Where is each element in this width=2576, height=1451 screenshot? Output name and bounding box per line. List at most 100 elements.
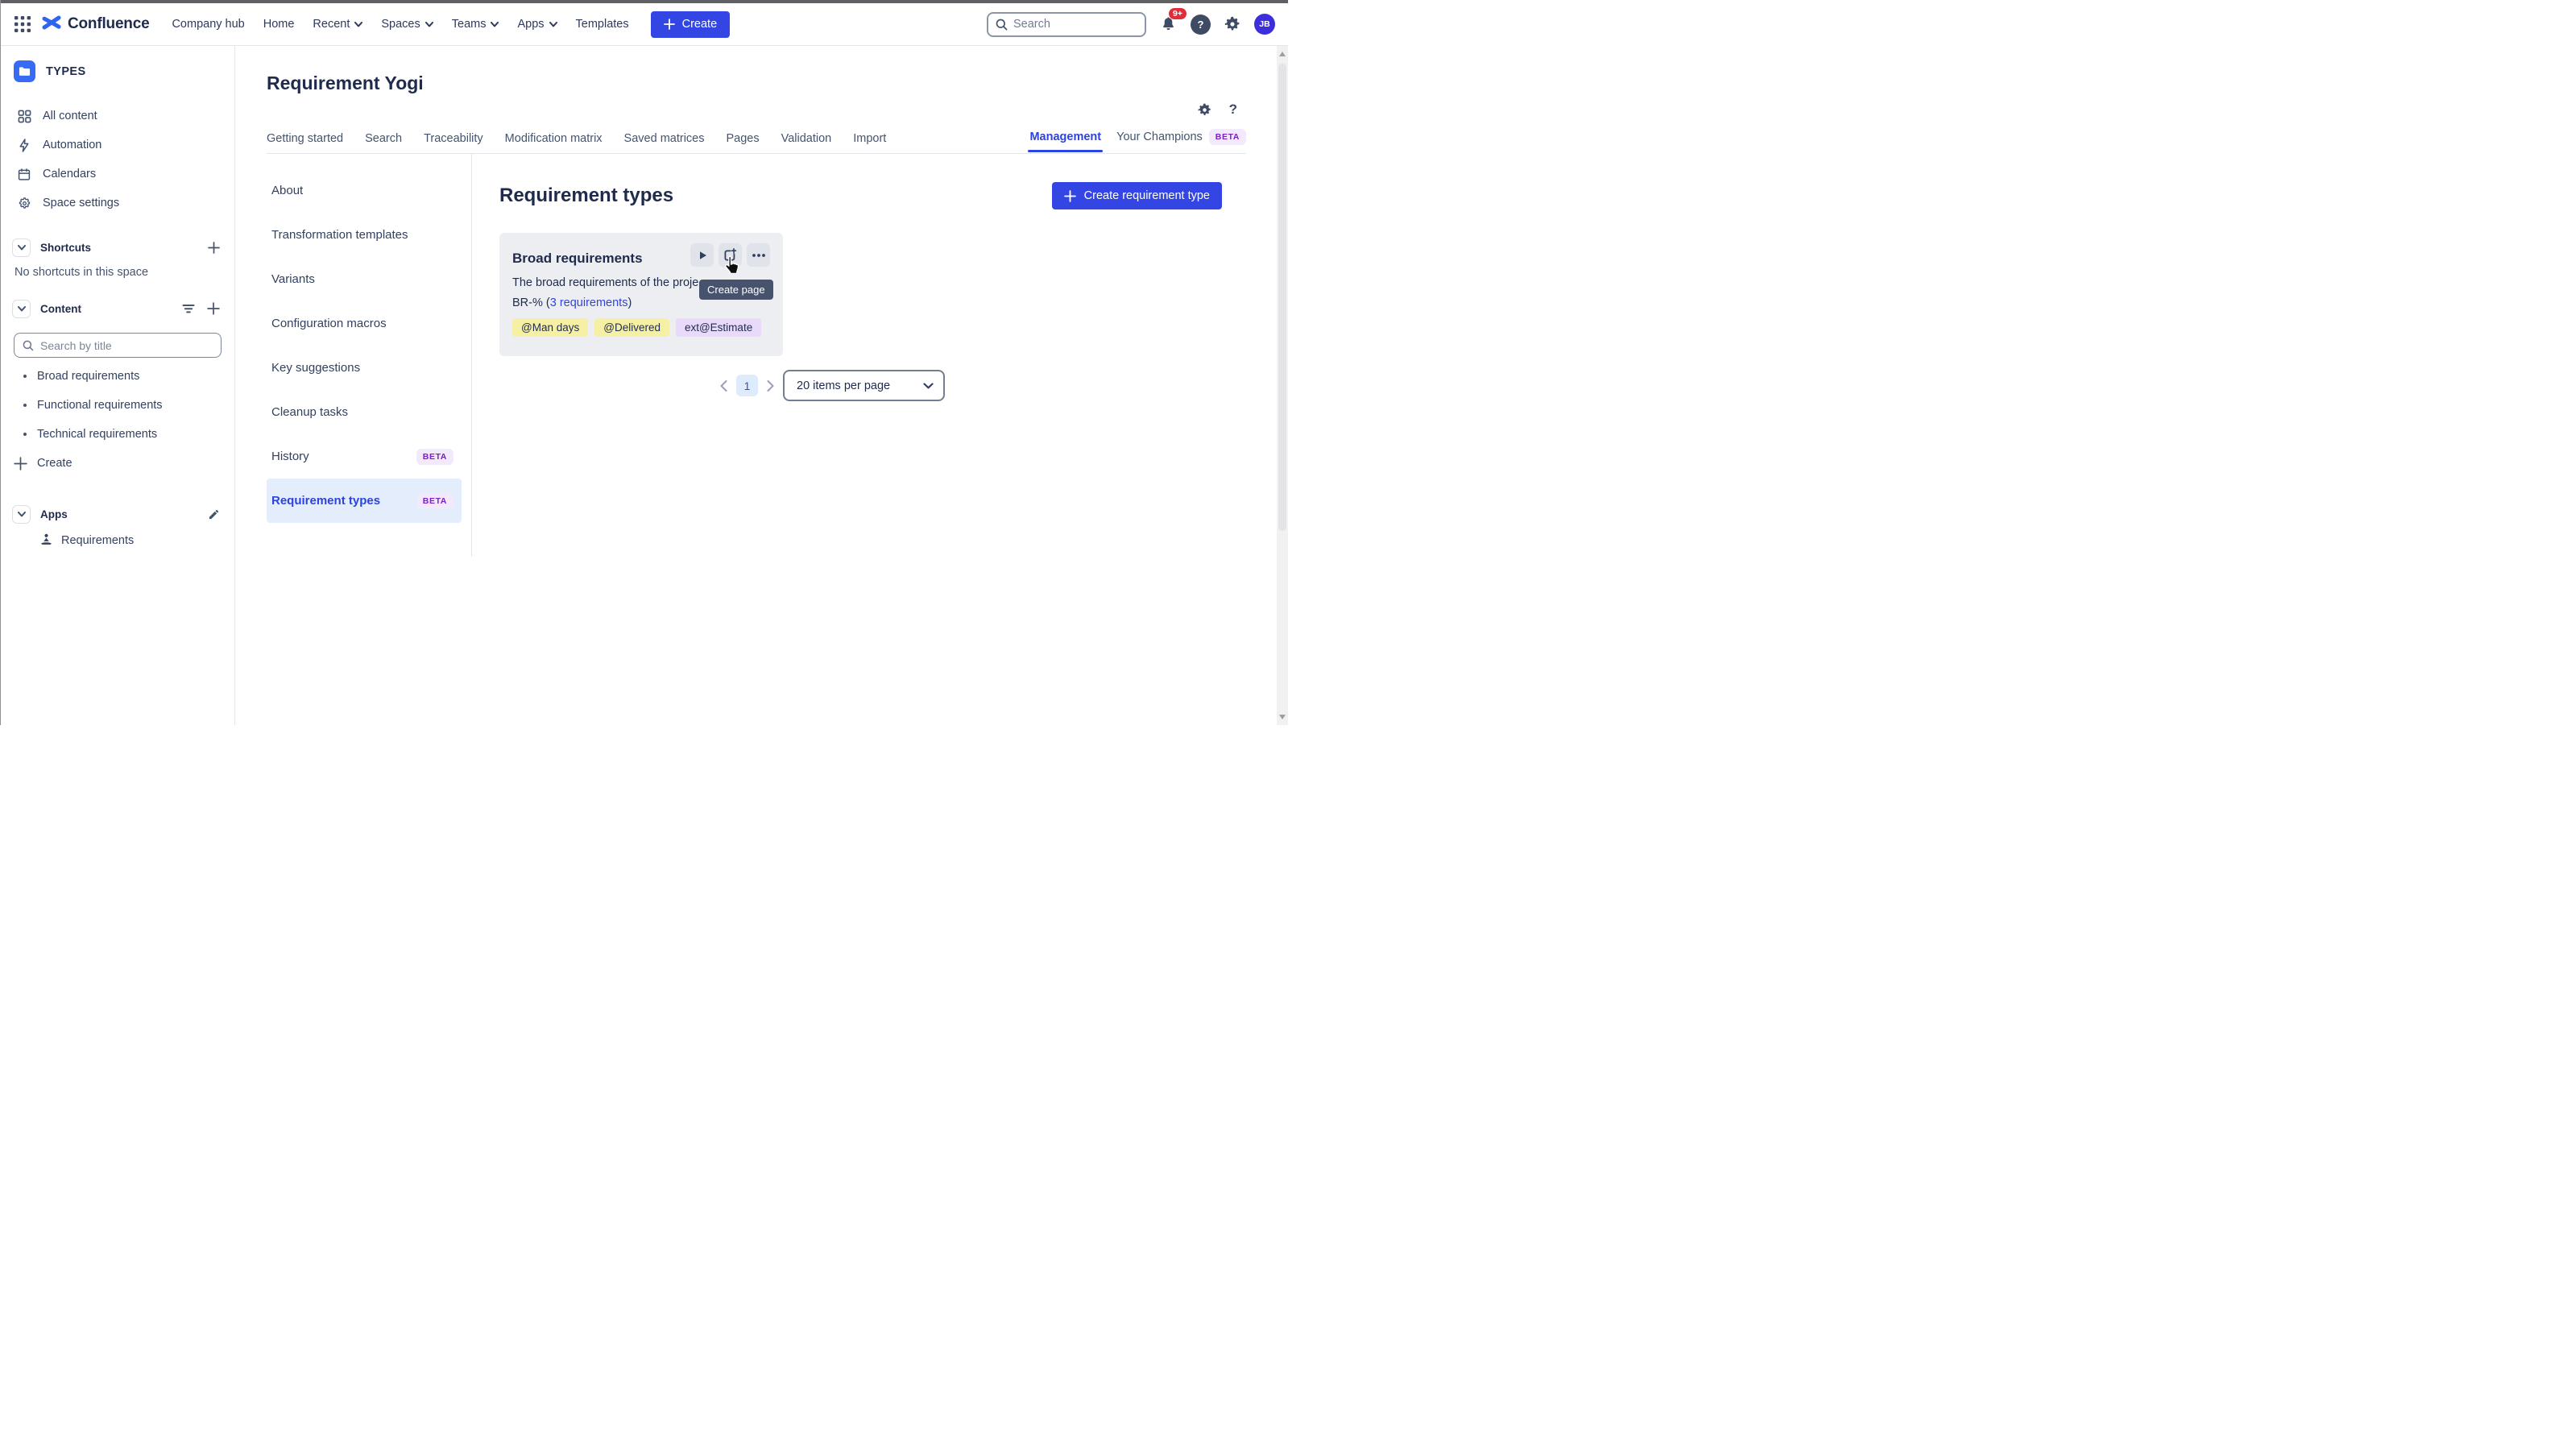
chevron-down-icon (425, 22, 433, 27)
content-collapse-button[interactable] (12, 300, 31, 318)
shortcuts-collapse-button[interactable] (12, 238, 31, 257)
scrollbar-thumb[interactable] (1278, 64, 1286, 531)
create-page-tooltip: Create page (699, 280, 773, 300)
nav-link-spaces[interactable]: Spaces (381, 18, 433, 31)
tab-import[interactable]: Import (853, 132, 886, 145)
confluence-logo[interactable]: Confluence (41, 13, 149, 36)
vertical-scrollbar[interactable] (1277, 46, 1288, 725)
plus-icon (1064, 190, 1076, 202)
beta-badge: BETA (416, 449, 453, 465)
page-item-broad-requirements[interactable]: Broad requirements (1, 362, 234, 391)
confluence-logo-icon (41, 13, 62, 36)
tab-your-champions[interactable]: Your Champions BETA (1116, 129, 1246, 145)
chevron-left-icon (720, 380, 727, 392)
beta-badge: BETA (1209, 129, 1246, 145)
tab-search[interactable]: Search (365, 132, 402, 145)
sidebar-create-button[interactable]: Create (1, 449, 234, 478)
product-name: Confluence (68, 15, 149, 33)
tab-traceability[interactable]: Traceability (424, 132, 483, 145)
beta-badge: BETA (416, 493, 453, 509)
tab-saved-matrices[interactable]: Saved matrices (624, 132, 705, 145)
page-item-functional-requirements[interactable]: Functional requirements (1, 391, 234, 420)
create-page-icon (723, 248, 737, 262)
subnav-item-key-suggestions[interactable]: Key suggestions (267, 346, 462, 390)
space-header[interactable]: TYPES (1, 60, 234, 82)
create-requirement-type-button[interactable]: Create requirement type (1052, 182, 1222, 209)
content-search[interactable] (14, 333, 222, 358)
user-avatar[interactable]: JB (1254, 14, 1275, 35)
scroll-up-arrow[interactable] (1279, 52, 1286, 56)
chevron-down-icon (549, 22, 557, 27)
subnav-item-requirement-types[interactable]: Requirement types BETA (267, 479, 462, 523)
app-settings-button[interactable] (1197, 102, 1212, 118)
chevron-down-icon (354, 22, 362, 27)
filter-icon[interactable] (182, 304, 195, 314)
page-number-button[interactable]: 1 (736, 375, 758, 396)
global-search[interactable] (987, 12, 1146, 37)
content-search-input[interactable] (40, 339, 193, 352)
tab-modification-matrix[interactable]: Modification matrix (505, 132, 603, 145)
nav-link-home[interactable]: Home (263, 18, 295, 31)
app-switcher-icon[interactable] (14, 15, 31, 33)
subnav-item-history[interactable]: History BETA (267, 434, 462, 479)
create-page-button[interactable] (719, 243, 742, 267)
tab-management[interactable]: Management (1029, 131, 1101, 143)
help-button[interactable]: ? (1191, 15, 1211, 35)
subnav-item-cleanup-tasks[interactable]: Cleanup tasks (267, 390, 462, 434)
sidebar-item-automation[interactable]: Automation (1, 131, 234, 160)
items-per-page-select[interactable]: 20 items per page (783, 370, 945, 401)
search-icon (996, 19, 1008, 31)
run-button[interactable] (690, 243, 714, 267)
nav-link-apps[interactable]: Apps (517, 18, 557, 31)
pagination: 1 20 items per page (720, 370, 945, 401)
add-content-button[interactable] (207, 302, 220, 315)
sidebar-item-all-content[interactable]: All content (1, 102, 234, 131)
subnav-item-about[interactable]: About (267, 168, 462, 213)
subnav-item-configuration-macros[interactable]: Configuration macros (267, 301, 462, 346)
shortcuts-section-header: Shortcuts (1, 235, 234, 259)
app-help-button[interactable]: ? (1229, 102, 1237, 118)
calendar-icon (16, 168, 32, 181)
search-icon (23, 340, 34, 351)
page-item-technical-requirements[interactable]: Technical requirements (1, 420, 234, 449)
chevron-right-icon (767, 380, 774, 392)
tab-validation[interactable]: Validation (781, 132, 832, 145)
nav-link-recent[interactable]: Recent (313, 18, 362, 31)
plus-icon (14, 457, 27, 471)
edit-apps-button[interactable] (208, 508, 220, 520)
next-page-button[interactable] (767, 380, 774, 392)
folder-icon (19, 66, 31, 77)
main-content: Requirement Yogi ? Getting started Searc… (235, 46, 1277, 725)
pencil-icon (208, 508, 220, 520)
requirements-count-link[interactable]: 3 requirements (550, 296, 628, 309)
apps-collapse-button[interactable] (12, 505, 31, 524)
window-top-edge (1, 0, 1288, 3)
plus-icon (207, 302, 220, 315)
subnav-item-variants[interactable]: Variants (267, 257, 462, 301)
add-shortcut-button[interactable] (208, 242, 220, 254)
gear-icon (1197, 102, 1212, 118)
more-actions-button[interactable] (747, 243, 770, 267)
notifications-button[interactable]: 9+ (1159, 15, 1178, 34)
nav-link-teams[interactable]: Teams (452, 18, 499, 31)
nav-link-templates[interactable]: Templates (576, 18, 629, 31)
tab-pages[interactable]: Pages (726, 132, 759, 145)
tab-getting-started[interactable]: Getting started (267, 132, 343, 145)
scroll-down-arrow[interactable] (1279, 715, 1286, 719)
plus-icon (208, 242, 220, 254)
chevron-down-icon (18, 512, 26, 517)
chevron-down-icon (923, 383, 934, 389)
label-pill[interactable]: ext@Estimate (676, 318, 761, 337)
sidebar-item-calendars[interactable]: Calendars (1, 160, 234, 189)
sidebar-item-space-settings[interactable]: Space settings (1, 189, 234, 218)
label-pill[interactable]: @Delivered (594, 318, 669, 337)
nav-link-company-hub[interactable]: Company hub (172, 18, 244, 31)
search-input[interactable] (1013, 18, 1118, 31)
settings-button[interactable] (1224, 15, 1241, 33)
app-item-requirements[interactable]: Requirements (1, 526, 234, 555)
previous-page-button[interactable] (720, 380, 727, 392)
subnav-item-transformation-templates[interactable]: Transformation templates (267, 213, 462, 257)
label-pill[interactable]: @Man days (512, 318, 588, 337)
global-create-button[interactable]: Create (651, 11, 731, 38)
chevron-down-icon (18, 245, 26, 251)
